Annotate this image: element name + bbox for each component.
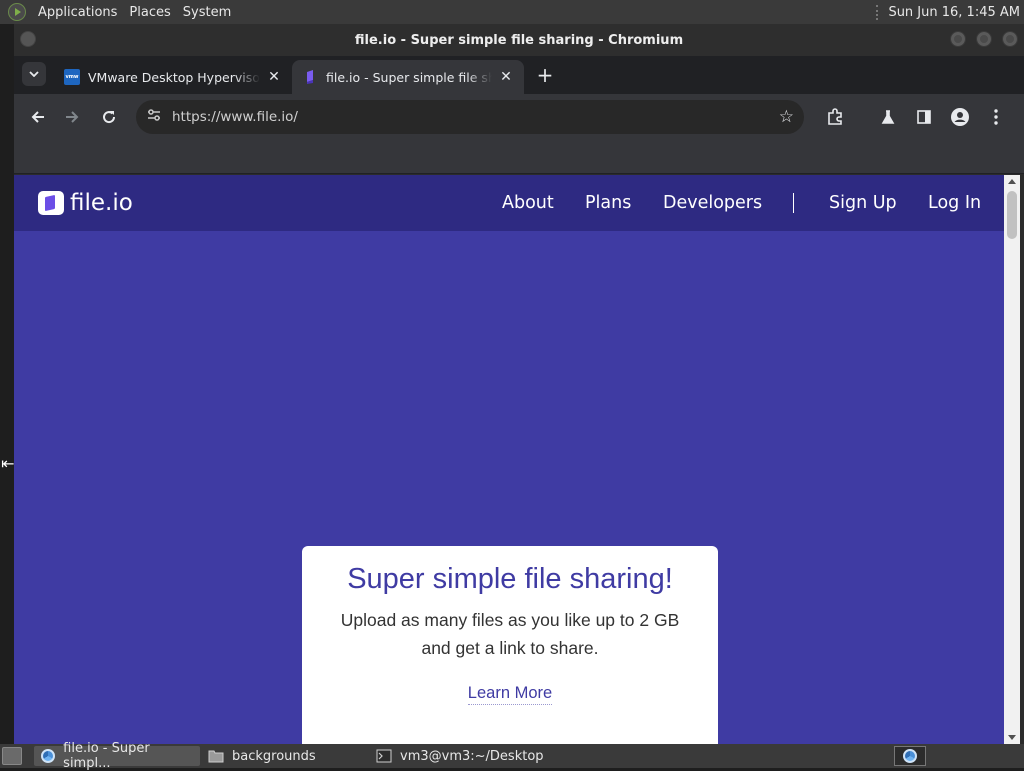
window-titlebar[interactable]: file.io - Super simple file sharing - Ch… (14, 24, 1024, 56)
clock[interactable]: Sun Jun 16, 1:45 AM (876, 4, 1020, 20)
labs-button[interactable] (874, 103, 902, 131)
forward-button[interactable] (58, 103, 86, 131)
bookmarks-bar (14, 140, 1024, 174)
extensions-button[interactable] (821, 103, 849, 131)
hero-title: Super simple file sharing! (347, 563, 673, 595)
page-viewport: file.io About Plans Developers Sign Up L… (14, 175, 1004, 744)
vmware-icon: vmw (64, 69, 80, 85)
fileio-icon (307, 70, 313, 84)
side-panel-button[interactable] (910, 103, 938, 131)
menu-places[interactable]: Places (125, 5, 174, 20)
site-logo[interactable]: file.io (38, 190, 133, 216)
window-title: file.io - Super simple file sharing - Ch… (354, 32, 684, 48)
nav-about-link[interactable]: About (502, 193, 554, 213)
reload-icon (103, 111, 116, 124)
maximize-button[interactable] (976, 31, 992, 47)
close-tab-icon[interactable]: ✕ (266, 69, 282, 85)
minimize-button[interactable] (950, 31, 966, 47)
menu-applications[interactable]: Applications (34, 5, 121, 20)
desktop-edge (0, 24, 14, 744)
flask-icon (881, 110, 895, 124)
scroll-down-icon[interactable] (1008, 735, 1016, 740)
nav-plans-link[interactable]: Plans (585, 193, 631, 213)
side-panel-icon (917, 110, 931, 124)
tab-strip: vmw VMware Desktop Hypervisor ✕ file.io … (14, 56, 1024, 94)
nav-login-link[interactable]: Log In (928, 193, 981, 213)
hero-subtitle-line1: Upload as many files as you like up to 2… (340, 610, 680, 630)
terminal-icon (376, 749, 392, 763)
nav-divider (793, 193, 794, 213)
puzzle-icon (828, 108, 842, 125)
address-bar[interactable]: https://www.file.io/ ☆ (136, 100, 804, 134)
taskbar-item-label: file.io - Super simpl... (63, 741, 150, 771)
window-menu-icon[interactable] (20, 31, 36, 47)
scroll-up-icon[interactable] (1008, 179, 1016, 184)
browser-window: file.io - Super simple file sharing - Ch… (14, 24, 1024, 744)
taskbar-item-backgrounds[interactable]: backgrounds (202, 746, 368, 766)
browser-toolbar: https://www.file.io/ ☆ (14, 94, 1024, 140)
bookmark-star-icon[interactable]: ☆ (779, 107, 794, 127)
tune-icon (148, 109, 160, 121)
new-tab-button[interactable]: + (534, 64, 556, 86)
reload-button[interactable] (95, 103, 123, 131)
arrow-left-icon (31, 111, 44, 123)
chromium-icon (40, 749, 55, 763)
more-vert-icon (994, 109, 998, 125)
fileio-logo-icon (38, 191, 64, 215)
top-panel: Applications Places System Sun Jun 16, 1… (0, 0, 1024, 24)
profile-button[interactable] (946, 103, 974, 131)
back-button[interactable] (24, 103, 52, 131)
scrollbar-thumb[interactable] (1007, 191, 1017, 239)
arrow-right-icon (66, 111, 79, 123)
menu-button[interactable] (982, 103, 1010, 131)
tab-vmware[interactable]: vmw VMware Desktop Hypervisor ✕ (54, 60, 292, 94)
gnome-logo-icon[interactable] (8, 3, 26, 21)
hero-subtitle: Upload as many files as you like up to 2… (302, 606, 718, 662)
tab-title: file.io - Super simple file sharing (326, 69, 492, 85)
nav-developers-link[interactable]: Developers (663, 193, 762, 213)
learn-more-link[interactable]: Learn More (467, 684, 553, 705)
close-tab-icon[interactable]: ✕ (498, 69, 514, 85)
tab-search-button[interactable] (22, 62, 46, 86)
close-window-button[interactable] (1002, 31, 1018, 47)
taskbar-item-terminal[interactable]: vm3@vm3:~/Desktop (370, 746, 570, 766)
url-text[interactable]: https://www.file.io/ (172, 109, 298, 125)
avatar-icon (951, 108, 969, 126)
taskbar-item-chromium[interactable]: file.io - Super simpl... (34, 741, 200, 771)
hero-card: Super simple file sharing! Upload as man… (302, 546, 718, 744)
tab-fileio[interactable]: file.io - Super simple file sharing ✕ (292, 60, 524, 94)
taskbar-item-label: vm3@vm3:~/Desktop (400, 748, 544, 764)
taskbar: file.io - Super simpl... backgrounds vm3… (0, 741, 1024, 771)
nav-signup-link[interactable]: Sign Up (829, 193, 897, 213)
site-header: file.io About Plans Developers Sign Up L… (14, 175, 1004, 231)
taskbar-item-label: backgrounds (232, 748, 316, 764)
site-info-icon[interactable] (138, 109, 170, 125)
menu-system[interactable]: System (179, 5, 235, 20)
logo-text: file.io (70, 190, 133, 216)
chevron-down-icon (29, 71, 39, 77)
tray-chromium-icon[interactable] (894, 746, 926, 766)
hero-subtitle-line2: and get a link to share. (421, 638, 599, 658)
page-scrollbar[interactable] (1004, 175, 1020, 744)
tab-title: VMware Desktop Hypervisor (88, 69, 260, 85)
folder-icon (208, 750, 224, 763)
show-desktop-button[interactable] (2, 747, 22, 765)
resize-cursor-icon: ⇤ (1, 454, 15, 473)
